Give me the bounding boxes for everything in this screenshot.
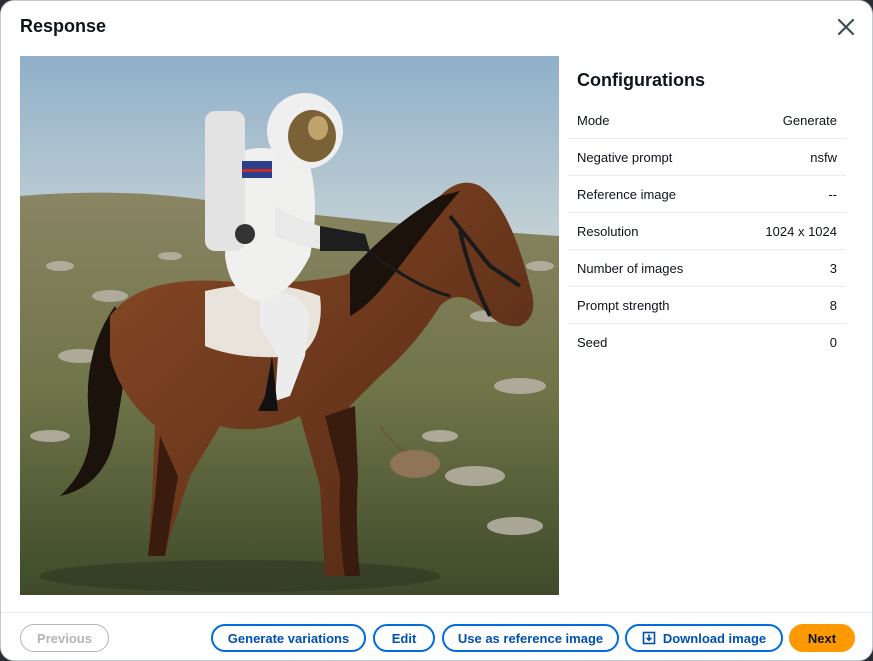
previous-button[interactable]: Previous	[20, 624, 109, 652]
configurations-panel: Configurations Mode Generate Negative pr…	[568, 56, 846, 360]
use-as-reference-button[interactable]: Use as reference image	[442, 624, 619, 652]
config-value: 1024 x 1024	[765, 223, 837, 239]
config-row-prompt-strength: Prompt strength 8	[568, 287, 846, 324]
config-row-resolution: Resolution 1024 x 1024	[568, 213, 846, 250]
next-button[interactable]: Next	[789, 624, 855, 652]
config-row-negative-prompt: Negative prompt nsfw	[568, 139, 846, 176]
modal-footer: Previous Generate variations Edit Use as…	[1, 612, 872, 660]
config-value: 3	[829, 260, 837, 276]
config-row-mode: Mode Generate	[568, 102, 846, 139]
edit-button[interactable]: Edit	[373, 624, 435, 652]
download-icon	[642, 631, 656, 645]
response-modal: Response Configurations Mode Generate Ne…	[0, 0, 873, 661]
config-label: Number of images	[577, 260, 684, 276]
configurations-title: Configurations	[577, 70, 705, 90]
config-value: 0	[829, 334, 837, 350]
close-icon	[834, 15, 858, 39]
config-label: Resolution	[577, 223, 639, 239]
generate-variations-button[interactable]: Generate variations	[211, 624, 366, 652]
config-label: Seed	[577, 334, 608, 350]
config-value: --	[828, 186, 837, 202]
config-label: Negative prompt	[577, 149, 673, 165]
generated-image	[20, 56, 559, 595]
config-label: Reference image	[577, 186, 676, 202]
configurations-list: Mode Generate Negative prompt nsfw Refer…	[568, 102, 846, 360]
config-row-number-of-images: Number of images 3	[568, 250, 846, 287]
config-row-seed: Seed 0	[568, 324, 846, 360]
modal-title: Response	[20, 16, 107, 36]
config-value: nsfw	[810, 149, 837, 165]
modal-header: Response	[1, 1, 872, 53]
download-image-button[interactable]: Download image	[625, 624, 783, 652]
config-label: Mode	[577, 112, 610, 128]
config-label: Prompt strength	[577, 297, 670, 313]
config-value: Generate	[782, 112, 837, 128]
config-row-reference-image: Reference image --	[568, 176, 846, 213]
close-button[interactable]	[834, 15, 858, 39]
config-value: 8	[829, 297, 837, 313]
download-image-label: Download image	[662, 630, 767, 646]
